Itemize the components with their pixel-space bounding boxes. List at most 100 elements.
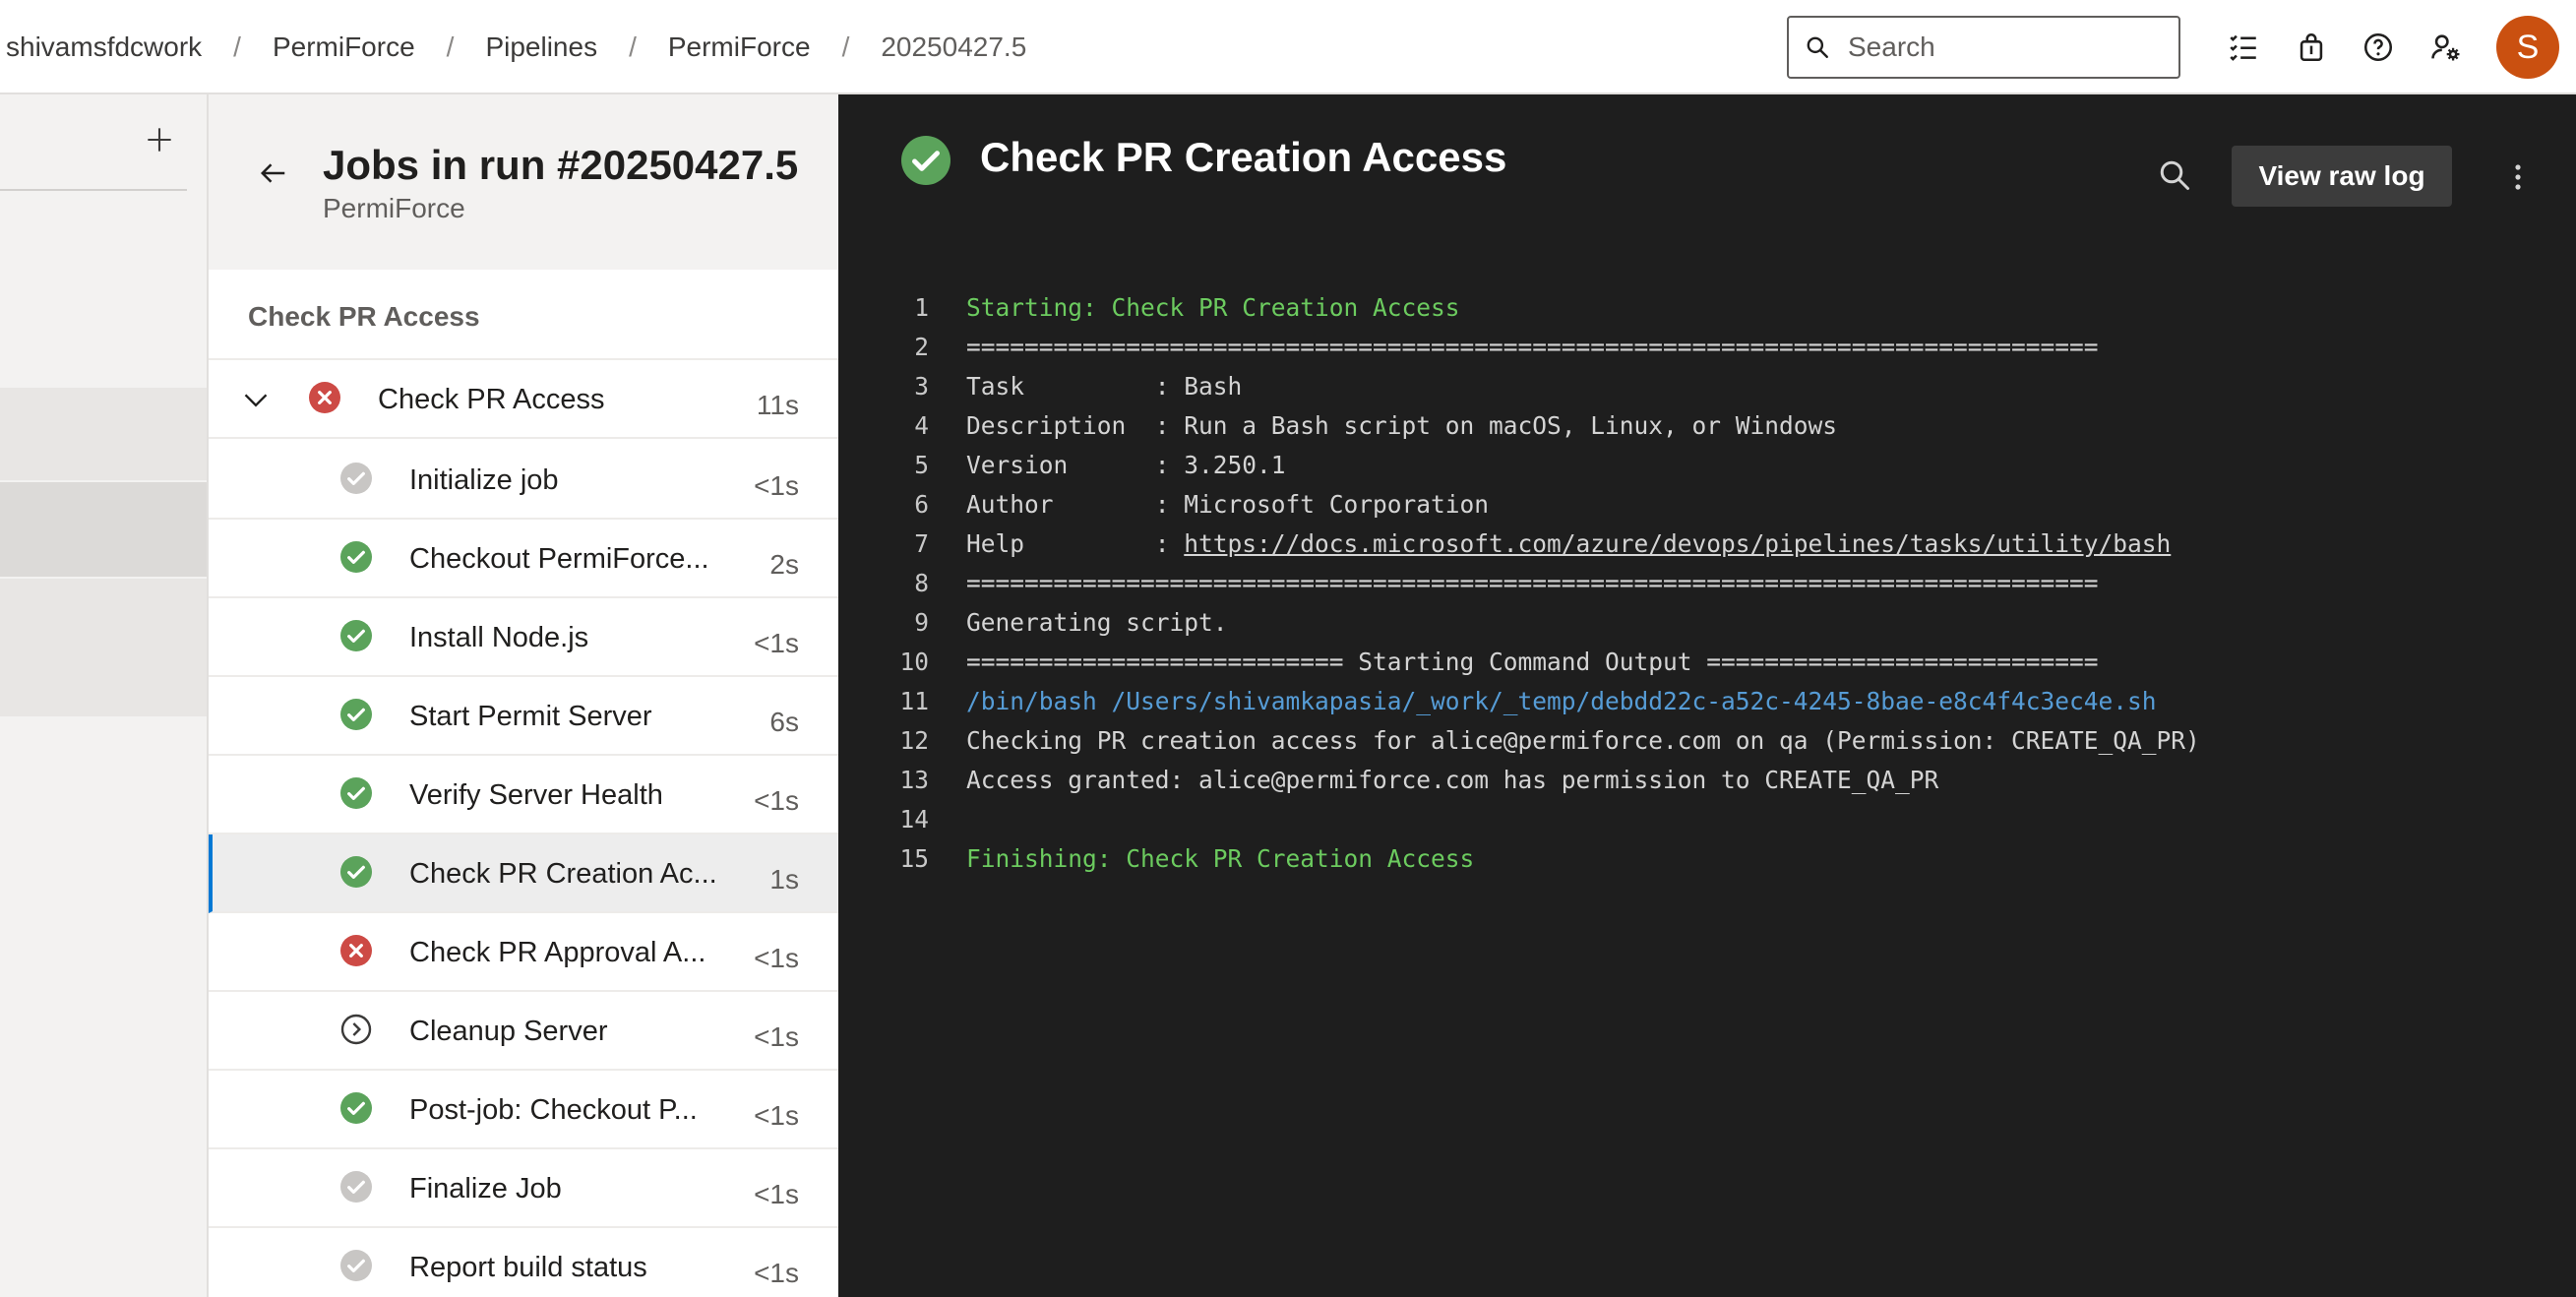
line-text: ========================== Starting Comm…: [966, 648, 2099, 676]
avatar[interactable]: S: [2496, 16, 2559, 79]
breadcrumb-project[interactable]: PermiForce: [273, 31, 415, 63]
step-duration: <1s: [754, 1179, 799, 1209]
not-run-status-icon: [340, 1250, 372, 1281]
line-number: 7: [914, 529, 929, 558]
failed-status-icon: [309, 382, 340, 413]
breadcrumb-organization[interactable]: shivamsfdcwork: [6, 31, 202, 63]
step-row[interactable]: Checkout PermiForce... 2s: [209, 520, 838, 598]
step-row[interactable]: Report build status <1s: [209, 1228, 838, 1297]
log-line: 12 Checking PR creation access for alice@…: [838, 726, 2576, 766]
step-row[interactable]: Install Node.js <1s: [209, 598, 838, 677]
line-number: 3: [914, 372, 929, 401]
log-line: 6 Author : Microsoft Corporation: [838, 490, 2576, 529]
line-number: 12: [899, 726, 929, 755]
line-text: Starting: Check PR Creation Access: [966, 293, 1460, 322]
step-row[interactable]: Verify Server Health <1s: [209, 756, 838, 834]
sidebar-item[interactable]: [0, 388, 207, 480]
success-status-icon: [340, 856, 372, 888]
step-duration: <1s: [754, 1021, 799, 1052]
step-row[interactable]: Post-job: Checkout P... <1s: [209, 1071, 838, 1149]
log-line: 5 Version : 3.250.1: [838, 451, 2576, 490]
search-box[interactable]: [1787, 16, 2180, 79]
help-icon[interactable]: [2355, 24, 2402, 71]
view-raw-log-button[interactable]: View raw log: [2232, 146, 2452, 207]
breadcrumb-pipeline[interactable]: PermiForce: [668, 31, 811, 63]
user-settings-icon[interactable]: [2423, 24, 2470, 71]
line-text-content: Access granted: alice@permiforce.com has…: [966, 766, 1939, 794]
line-number: 15: [899, 844, 929, 873]
search-input[interactable]: [1848, 31, 2143, 63]
line-text-content: Checking PR creation access for alice@pe…: [966, 726, 2200, 755]
sidebar-divider: [0, 189, 187, 191]
line-text-content: Task : Bash: [966, 372, 1243, 401]
step-row[interactable]: Check PR Creation Ac... 1s: [209, 834, 838, 913]
step-duration: <1s: [754, 1100, 799, 1131]
step-name: Checkout PermiForce...: [409, 543, 709, 575]
chevron-down-icon[interactable]: [242, 386, 270, 413]
marketplace-bag-icon[interactable]: [2288, 24, 2335, 71]
step-duration: <1s: [754, 1258, 799, 1288]
search-icon[interactable]: [2157, 157, 2192, 193]
breadcrumb-run[interactable]: 20250427.5: [881, 31, 1026, 63]
step-duration: 2s: [769, 549, 799, 580]
step-row[interactable]: Start Permit Server 6s: [209, 677, 838, 756]
log-line: 11/bin/bash /Users/shivamkapasia/_work/_…: [838, 687, 2576, 726]
line-text-content: ========================================…: [966, 333, 2099, 361]
log-line: 10 ========================== Starting Co…: [838, 648, 2576, 687]
breadcrumb-separator: /: [233, 31, 241, 62]
more-options-icon[interactable]: [2503, 159, 2533, 195]
step-row[interactable]: Initialize job <1s: [209, 441, 838, 520]
step-name: Check PR Approval A...: [409, 937, 706, 968]
log-title: Check PR Creation Access: [980, 134, 1507, 180]
breadcrumb-pipelines[interactable]: Pipelines: [485, 31, 597, 63]
step-name: Finalize Job: [409, 1173, 562, 1204]
log-line: 14: [838, 805, 2576, 844]
back-arrow-icon[interactable]: [254, 154, 293, 193]
step-name: Cleanup Server: [409, 1016, 608, 1047]
log-line: 3 Task : Bash: [838, 372, 2576, 411]
not-run-status-icon: [340, 1171, 372, 1203]
line-number: 13: [899, 766, 929, 794]
line-number: 1: [914, 293, 929, 322]
line-number: 2: [914, 333, 929, 361]
log-line: 9 Generating script.: [838, 608, 2576, 648]
line-text-content: Help :: [966, 529, 1185, 558]
add-icon[interactable]: [140, 120, 179, 159]
step-name: Verify Server Health: [409, 779, 663, 811]
log-line: 4 Description : Run a Bash script on macO…: [838, 411, 2576, 451]
sidebar-item[interactable]: [0, 579, 207, 716]
line-text-content: Description : Run a Bash script on macOS…: [966, 411, 1838, 440]
line-number: 4: [914, 411, 929, 440]
line-text: Author : Microsoft Corporation: [966, 490, 1489, 519]
line-number: 14: [899, 805, 929, 834]
not-run-status-icon: [340, 463, 372, 494]
work-items-icon[interactable]: [2220, 24, 2267, 71]
page-title: Jobs in run #20250427.5: [323, 142, 799, 188]
step-row[interactable]: Cleanup Server <1s: [209, 992, 838, 1071]
success-status-icon: [340, 1092, 372, 1124]
jobs-panel: Jobs in run #20250427.5 PermiForce Check…: [209, 94, 838, 1297]
sidebar-item-selected[interactable]: [0, 482, 207, 577]
line-text-content: ========================================…: [966, 569, 2099, 597]
line-text: Checking PR creation access for alice@pe…: [966, 726, 2200, 755]
line-text-content: Generating script.: [966, 608, 1228, 637]
step-row[interactable]: Finalize Job <1s: [209, 1149, 838, 1228]
success-status-icon: [340, 620, 372, 651]
log-line: 1 Starting: Check PR Creation Access: [838, 293, 2576, 333]
step-row[interactable]: Check PR Approval A... <1s: [209, 913, 838, 992]
help-link[interactable]: https://docs.microsoft.com/azure/devops/…: [1184, 529, 2171, 558]
stage-label: Check PR Access: [248, 301, 480, 332]
line-text: Description : Run a Bash script on macOS…: [966, 411, 1837, 440]
step-name: Initialize job: [409, 464, 559, 496]
pipeline-name: PermiForce: [323, 193, 465, 223]
step-duration: <1s: [754, 470, 799, 501]
top-bar: shivamsfdcwork / PermiForce / Pipelines …: [0, 0, 2576, 94]
line-text: Version : 3.250.1: [966, 451, 1286, 479]
job-row[interactable]: Check PR Access 11s: [209, 360, 838, 439]
line-number: 5: [914, 451, 929, 479]
search-icon: [1807, 36, 1828, 58]
step-name: Start Permit Server: [409, 701, 652, 732]
step-duration: <1s: [754, 628, 799, 658]
skipped-arrow-status-icon: [340, 1014, 372, 1045]
failed-status-icon: [340, 935, 372, 966]
